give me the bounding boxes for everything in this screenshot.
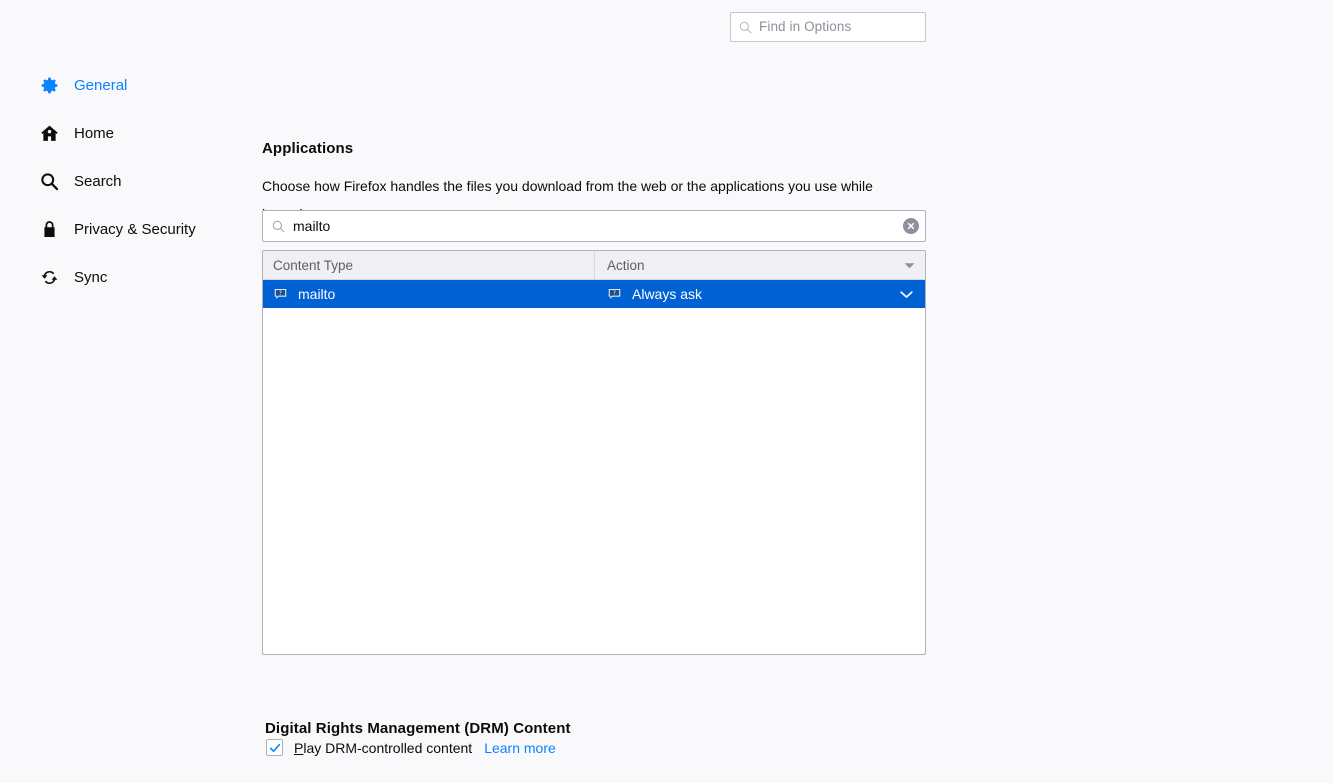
accesskey-letter: P [294,739,304,756]
applications-filter[interactable]: mailto [262,210,926,242]
handlers-list: Content Type Action ? mailto ? Always as… [262,250,926,655]
column-header-action[interactable]: Action [595,251,925,279]
handlers-header-row: Content Type Action [263,251,925,280]
sidebar-item-label: Search [74,172,122,190]
clear-circle-icon[interactable] [903,218,919,234]
applications-filter-input[interactable]: mailto [293,219,903,233]
sidebar-item-general[interactable]: General [0,66,236,104]
sync-icon [38,266,60,288]
table-row[interactable]: ? mailto ? Always ask [263,280,925,308]
learn-more-link[interactable]: Learn more [484,740,556,756]
sidebar-item-label: Privacy & Security [74,220,196,238]
lock-icon [38,218,60,240]
svg-text:?: ? [278,290,281,296]
sidebar-item-search[interactable]: Search [0,162,236,200]
checkmark-icon [269,743,280,752]
find-in-options-placeholder: Find in Options [759,19,852,35]
sidebar-item-home[interactable]: Home [0,114,236,152]
applications-filter-box[interactable]: mailto [262,210,926,242]
play-drm-label[interactable]: Play DRM-controlled content [294,740,472,756]
sidebar: General Home Search Privacy & Security S… [0,66,236,306]
home-icon [38,122,60,144]
handler-bubble-icon: ? [606,286,622,302]
handler-action-cell[interactable]: ? Always ask [595,280,925,308]
drm-checkbox-row: Play DRM-controlled content Learn more [266,739,556,756]
sidebar-item-privacy-security[interactable]: Privacy & Security [0,210,236,248]
column-header-label: Content Type [273,257,354,273]
chevron-down-icon[interactable] [900,290,913,299]
find-in-options[interactable]: Find in Options [730,12,926,42]
sidebar-item-label: Sync [74,268,108,286]
svg-text:?: ? [612,290,615,296]
handler-content-type-label: mailto [298,286,336,302]
gear-icon [38,74,60,96]
handler-action-label: Always ask [632,286,703,302]
column-header-label: Action [607,257,645,273]
sidebar-item-label: Home [74,124,115,142]
search-icon [739,21,752,34]
search-icon [272,220,285,233]
options-page: Find in Options General Home Search Priv… [0,0,1333,783]
handler-content-type-cell: ? mailto [263,280,595,308]
sidebar-item-label: General [74,76,128,94]
play-drm-checkbox[interactable] [266,739,283,756]
play-drm-label-rest: lay DRM-controlled content [303,739,473,756]
handler-bubble-icon: ? [272,286,288,302]
search-icon [38,170,60,192]
drm-heading: Digital Rights Management (DRM) Content [265,720,571,738]
column-header-content-type[interactable]: Content Type [263,251,595,279]
find-in-options-box[interactable]: Find in Options [730,12,926,42]
sort-descending-icon [904,262,915,269]
applications-heading: Applications [262,140,354,158]
sidebar-item-sync[interactable]: Sync [0,258,236,296]
